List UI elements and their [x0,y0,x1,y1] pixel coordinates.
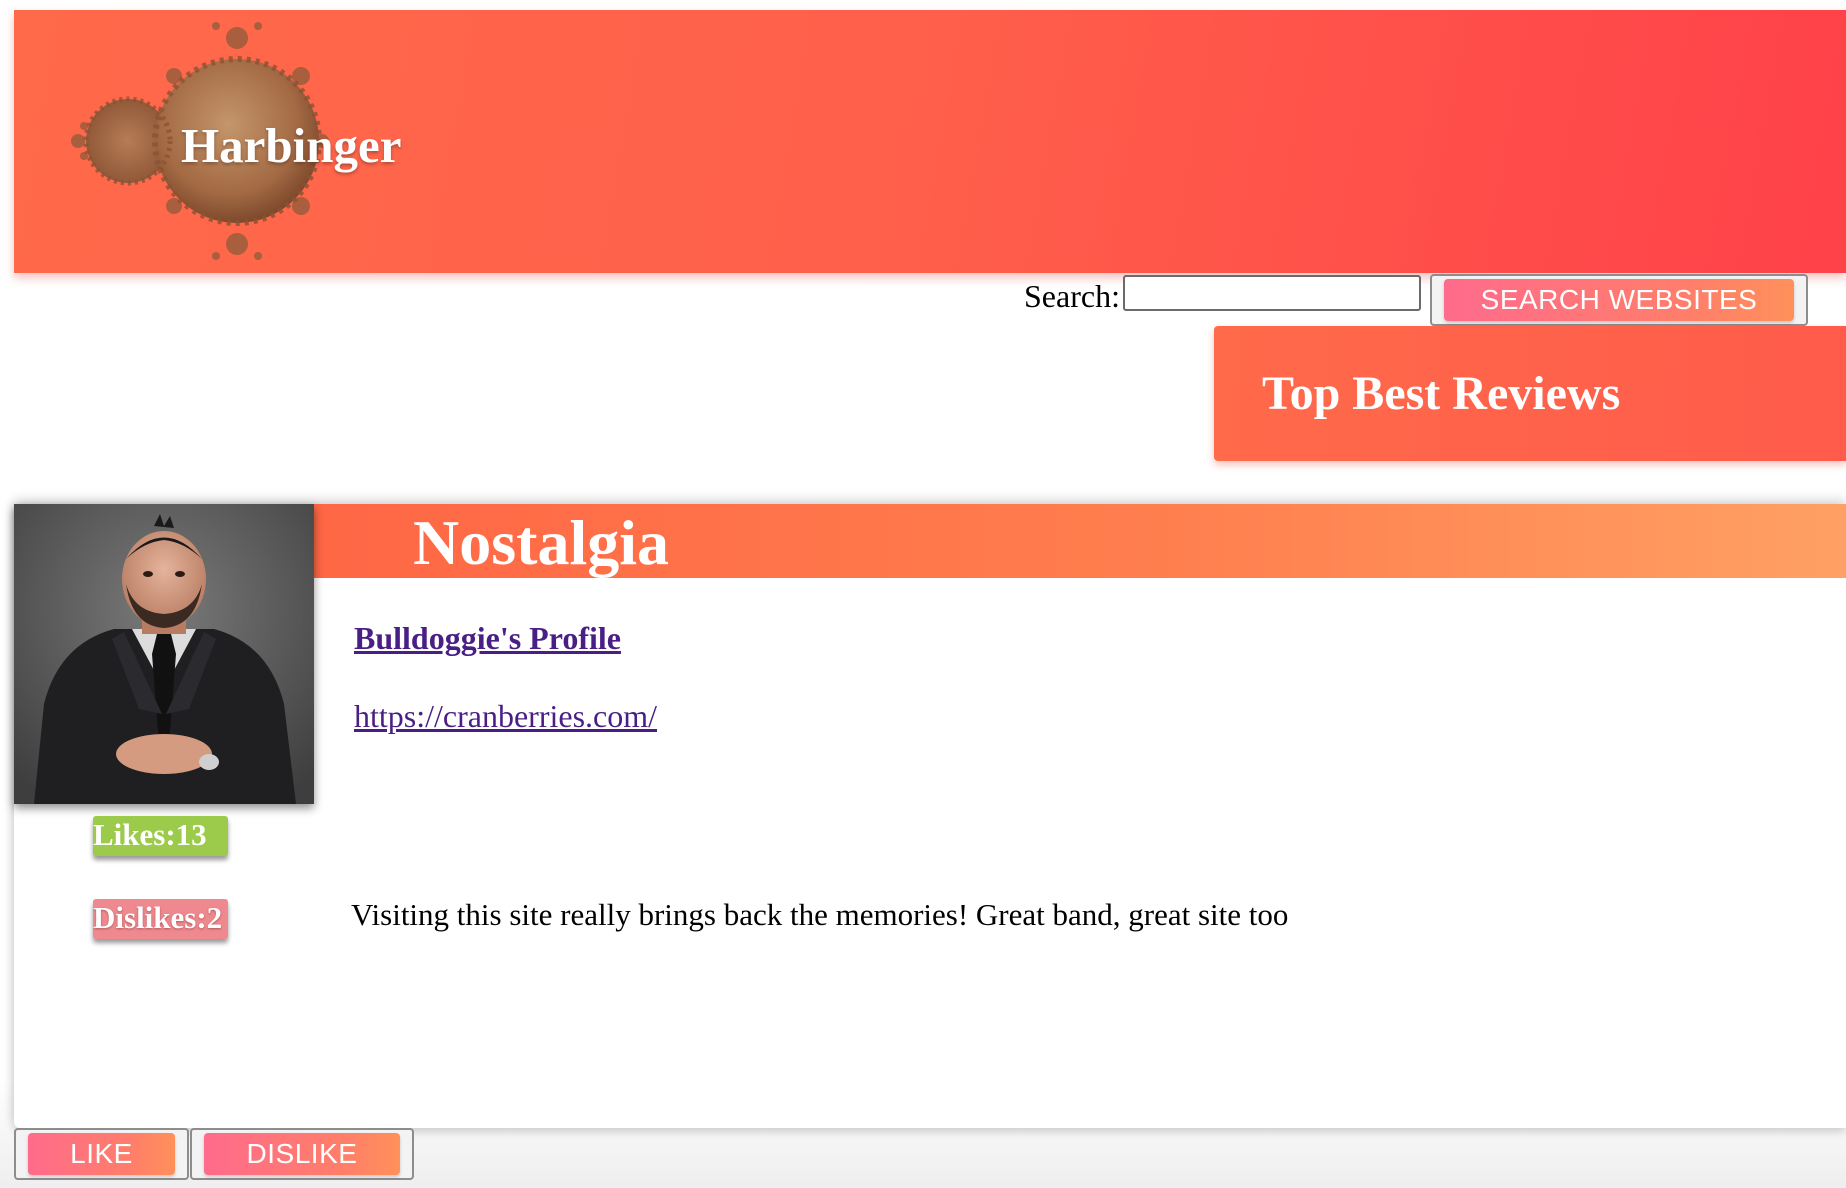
likes-count-badge: Likes:13 [93,816,228,856]
site-title: Harbinger [181,118,402,173]
user-photo-avatar [14,504,314,804]
dislike-button-frame: DISLIKE [190,1128,414,1180]
like-button[interactable]: LIKE [28,1133,175,1175]
review-text: Visiting this site really brings back th… [351,897,1289,932]
top-reviews-title: Top Best Reviews [1262,367,1621,420]
search-button-frame: SEARCH WEBSITES [1430,274,1808,326]
profile-link[interactable]: Bulldoggie's Profile [354,620,621,657]
search-input[interactable] [1123,275,1421,311]
reviewed-site-link[interactable]: https://cranberries.com/ [354,698,657,735]
top-reviews-banner: Top Best Reviews [1214,326,1846,461]
review-card: Nostalgia Bulldoggie's Profile https://c… [14,504,1846,1128]
search-label: Search: [1024,278,1120,314]
review-header: Nostalgia [314,504,1846,578]
search-websites-button[interactable]: SEARCH WEBSITES [1444,279,1794,321]
like-button-frame: LIKE [14,1128,189,1180]
site-header: Harbinger [14,10,1846,273]
dislikes-count-badge: Dislikes:2 [93,899,228,939]
review-title: Nostalgia [413,507,669,578]
dislike-button[interactable]: DISLIKE [204,1133,400,1175]
